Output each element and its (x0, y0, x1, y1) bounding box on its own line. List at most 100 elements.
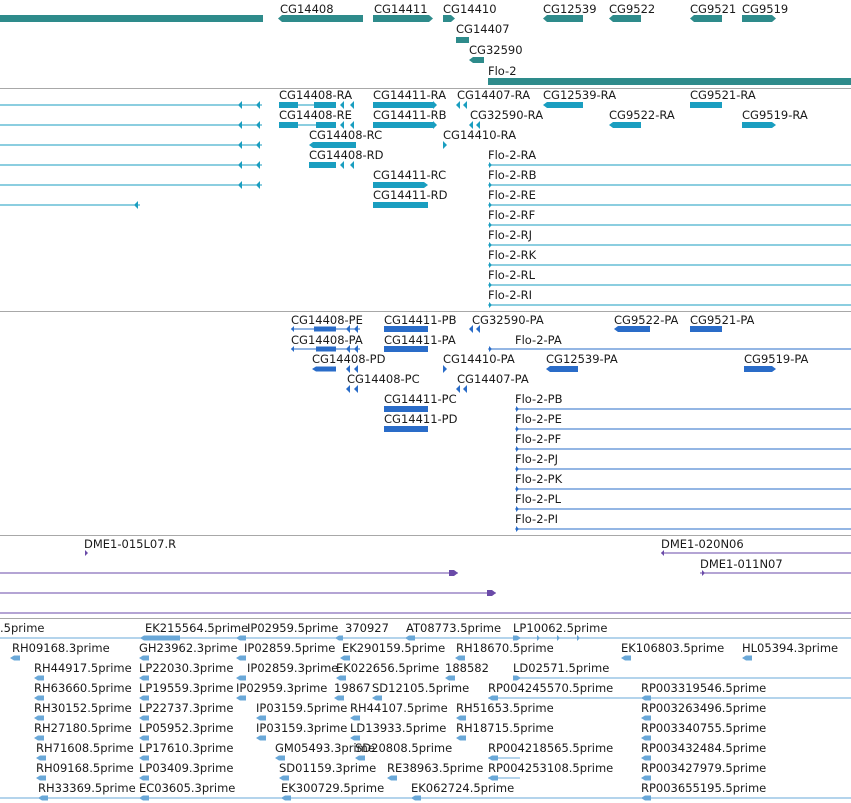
feature-label[interactable]: RH18670.5prime (456, 641, 554, 655)
feature-label[interactable]: CG14408-RE (279, 108, 352, 122)
feature-label[interactable]: EK062724.5prime (411, 781, 514, 795)
feature-block[interactable] (641, 715, 651, 721)
feature-block[interactable] (312, 366, 336, 372)
feature-label[interactable]: AT08773.5prime (406, 621, 501, 635)
feature-label[interactable]: CG14407-RA (457, 88, 530, 102)
feature-label[interactable]: CG9521-PA (690, 313, 755, 327)
feature-block[interactable] (355, 755, 365, 761)
feature-label[interactable]: CG32590-PA (472, 313, 544, 327)
feature-label[interactable]: RH09168.3prime (12, 641, 110, 655)
feature-block[interactable] (456, 715, 466, 721)
feature-block[interactable] (236, 675, 246, 681)
feature-label[interactable]: RP004218565.5prime (488, 741, 613, 755)
feature-label[interactable]: CG12539 (543, 2, 597, 16)
feature-block[interactable] (641, 775, 651, 781)
feature-block[interactable] (275, 755, 285, 761)
feature-label[interactable]: RP003319546.5prime (641, 681, 766, 695)
feature-label[interactable]: CG14408-RA (279, 88, 352, 102)
feature-label[interactable]: CG14408 (280, 2, 334, 16)
feature-label[interactable]: CG14411-RD (373, 188, 448, 202)
feature-block[interactable] (236, 695, 246, 701)
feature-label[interactable]: LP22030.3prime (139, 661, 233, 675)
feature-label[interactable]: IP03159.5prime (256, 701, 347, 715)
feature-block[interactable] (546, 366, 578, 372)
feature-block[interactable] (139, 655, 149, 661)
feature-label[interactable]: LD02571.5prime (513, 661, 609, 675)
feature-label[interactable]: Flo-2-RK (488, 248, 537, 262)
feature-label[interactable]: Flo-2-PF (515, 432, 561, 446)
feature-label[interactable]: RP003263496.5prime (641, 701, 766, 715)
feature-label[interactable]: IP02859.3prime (247, 661, 338, 675)
feature-label[interactable]: CG14408-PC (347, 372, 420, 386)
exon-block[interactable] (384, 346, 428, 352)
feature-label[interactable]: RH44917.5prime (34, 661, 132, 675)
feature-label[interactable]: RP003655195.5prime (641, 781, 766, 795)
feature-label[interactable]: CG12539-RA (543, 88, 616, 102)
feature-label[interactable]: CG9521 (690, 2, 736, 16)
feature-label[interactable]: Flo-2-PL (515, 492, 562, 506)
feature-label[interactable]: Flo-2-RA (488, 148, 536, 162)
feature-label[interactable]: LP17610.3prime (139, 741, 233, 755)
feature-label[interactable]: HL05394.3prime (742, 641, 838, 655)
feature-label[interactable]: RP003340755.5prime (641, 721, 766, 735)
feature-block[interactable] (621, 655, 631, 661)
feature-label[interactable]: SD20808.5prime (355, 741, 452, 755)
feature-label[interactable]: LP05952.3prime (139, 721, 233, 735)
feature-label[interactable]: EK300729.5prime (281, 781, 384, 795)
exon-block[interactable] (690, 326, 722, 332)
feature-block[interactable] (614, 326, 650, 332)
feature-label[interactable]: RP004245570.5prime (488, 681, 613, 695)
feature-block[interactable] (336, 675, 346, 681)
feature-label[interactable]: Flo-2-PA (515, 333, 562, 347)
feature-label[interactable]: Flo-2-RE (488, 188, 536, 202)
feature-label[interactable]: RH18715.5prime (456, 721, 554, 735)
feature-label[interactable]: CG14407 (456, 22, 510, 36)
feature-block[interactable] (456, 735, 466, 741)
feature-block[interactable] (34, 695, 44, 701)
feature-label[interactable]: CG9519-RA (742, 108, 808, 122)
feature-block[interactable] (487, 590, 496, 596)
feature-block[interactable] (742, 122, 776, 128)
feature-label[interactable]: CG14411 (374, 2, 428, 16)
feature-label[interactable]: CG14408-PE (291, 313, 363, 327)
feature-label[interactable]: RP003432484.5prime (641, 741, 766, 755)
feature-block[interactable] (34, 735, 44, 741)
feature-block[interactable] (139, 695, 149, 701)
feature-block[interactable] (236, 655, 246, 661)
feature-label[interactable]: 188582 (445, 661, 489, 675)
feature-label[interactable]: CG9522 (609, 2, 655, 16)
feature-label[interactable]: CG32590-RA (470, 108, 543, 122)
feature-label[interactable]: RH27180.5prime (34, 721, 132, 735)
feature-label[interactable]: CG14411-RC (373, 168, 446, 182)
feature-label[interactable]: EC03605.3prime (139, 781, 235, 795)
feature-label[interactable]: CG14410 (443, 2, 497, 16)
feature-block[interactable] (609, 15, 641, 22)
feature-block[interactable] (443, 15, 455, 22)
feature-label[interactable]: IP03159.3prime (256, 721, 347, 735)
feature-block[interactable] (139, 755, 149, 761)
feature-label[interactable]: RH30152.5prime (34, 701, 132, 715)
feature-label[interactable]: IP02959.5prime (247, 621, 338, 635)
feature-block[interactable] (449, 570, 458, 576)
feature-label[interactable]: DME1-015L07.R (84, 537, 176, 551)
feature-label[interactable]: LD13933.5prime (350, 721, 446, 735)
feature-block[interactable] (445, 675, 455, 681)
feature-label[interactable]: EK215564.5prime (145, 621, 248, 635)
feature-label[interactable]: CG14411-PA (384, 333, 456, 347)
feature-block[interactable] (36, 775, 46, 781)
feature-label[interactable]: RH63660.5prime (34, 681, 132, 695)
feature-label[interactable]: CG14408-PD (312, 352, 386, 366)
feature-label[interactable]: DME1-020N06 (661, 537, 744, 551)
feature-label[interactable]: IP02959.3prime (236, 681, 327, 695)
feature-label[interactable]: CG14411-RB (373, 108, 447, 122)
feature-label[interactable]: Flo-2-RI (488, 288, 532, 302)
feature-block[interactable] (278, 15, 363, 22)
feature-label[interactable]: Flo-2-RF (488, 208, 535, 222)
feature-label[interactable]: EK290159.5prime (342, 641, 445, 655)
feature-block[interactable] (340, 655, 350, 661)
feature-label[interactable]: Flo-2 (488, 64, 517, 78)
exon-block[interactable] (314, 326, 336, 332)
feature-label[interactable]: LP22737.3prime (139, 701, 233, 715)
feature-label[interactable]: LP19559.3prime (139, 681, 233, 695)
feature-block[interactable] (469, 57, 484, 63)
